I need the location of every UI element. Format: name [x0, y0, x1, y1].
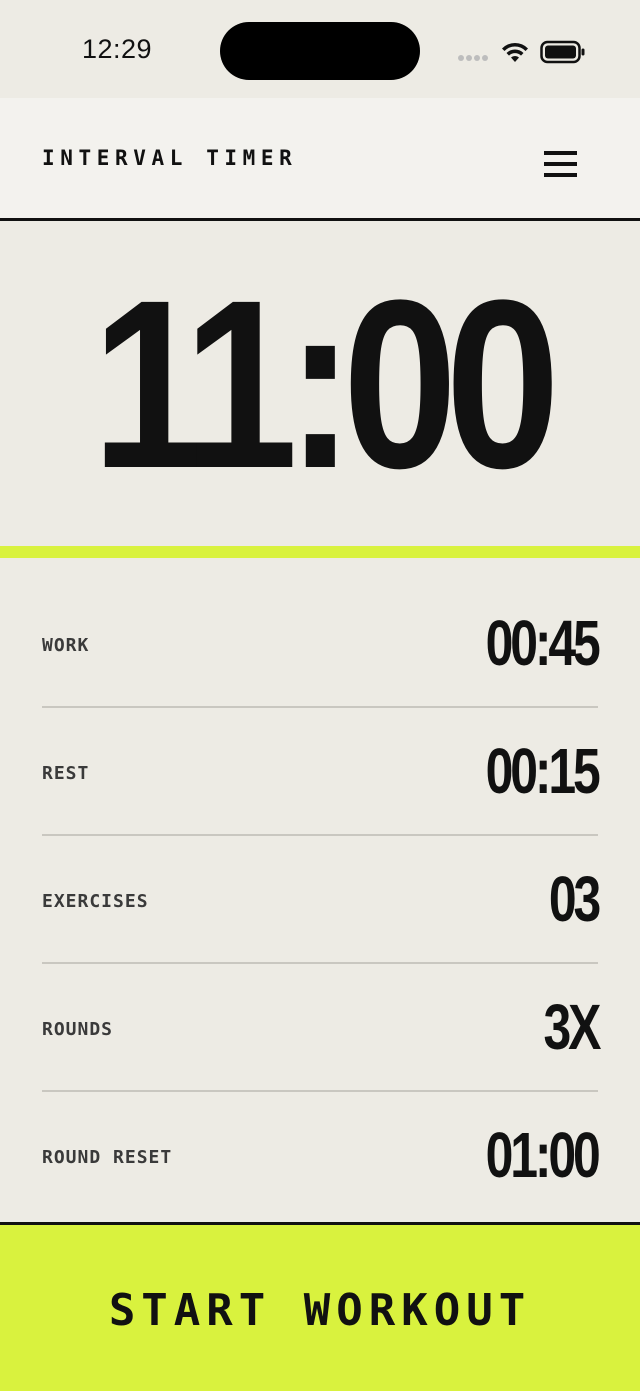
- rounds-count-value[interactable]: 3X: [543, 992, 601, 1062]
- setting-row-rest[interactable]: REST 00:15: [42, 708, 601, 836]
- setting-label: EXERCISES: [42, 891, 149, 912]
- setting-row-work[interactable]: WORK 00:45: [42, 580, 601, 708]
- setting-label: REST: [42, 763, 90, 784]
- timer-display: 11:00: [91, 250, 560, 518]
- wifi-icon: [500, 40, 530, 64]
- app-title: INTERVAL TIMER: [42, 146, 298, 170]
- hamburger-menu-icon: [536, 142, 584, 186]
- round-reset-duration-value[interactable]: 01:00: [486, 1120, 601, 1190]
- progress-fill: [0, 546, 640, 558]
- dynamic-island: [220, 22, 420, 80]
- progress-bar: [0, 546, 640, 558]
- setting-row-round-reset[interactable]: ROUND RESET 01:00: [42, 1092, 601, 1218]
- exercises-count-value[interactable]: 03: [549, 864, 601, 934]
- rest-duration-value[interactable]: 00:15: [486, 736, 601, 806]
- battery-icon: [540, 40, 586, 64]
- setting-row-rounds[interactable]: ROUNDS 3X: [42, 964, 601, 1092]
- app-header: INTERVAL TIMER: [0, 98, 640, 221]
- setting-row-exercises[interactable]: EXERCISES 03: [42, 836, 601, 964]
- menu-button[interactable]: [536, 142, 584, 186]
- setting-label: ROUNDS: [42, 1019, 114, 1040]
- setting-label: WORK: [42, 635, 90, 656]
- timer-panel: 11:00: [0, 221, 640, 546]
- status-time: 12:29: [82, 34, 153, 64]
- cellular-signal-icon: [458, 55, 492, 61]
- settings-list: WORK 00:45 REST 00:15 EXERCISES 03 ROUND…: [42, 580, 601, 1218]
- start-workout-label: START WORKOUT: [108, 1285, 532, 1336]
- setting-label: ROUND RESET: [42, 1147, 173, 1168]
- status-bar: 12:29: [0, 0, 640, 98]
- work-duration-value[interactable]: 00:45: [486, 608, 601, 678]
- start-workout-button[interactable]: START WORKOUT: [0, 1222, 640, 1391]
